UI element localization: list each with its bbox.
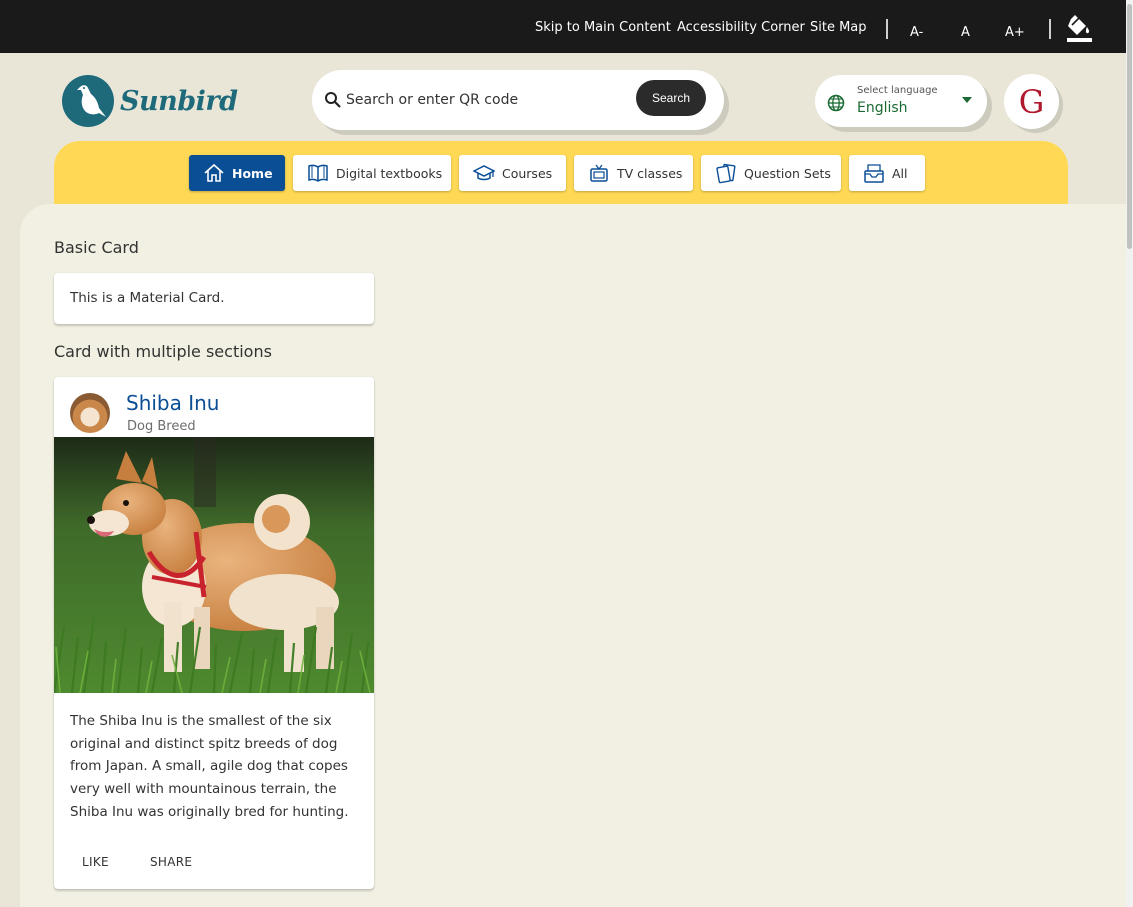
nav-item-label: Digital textbooks bbox=[336, 165, 443, 181]
inbox-icon bbox=[864, 164, 884, 183]
nav-item-label: Home bbox=[232, 165, 273, 181]
site-map-link[interactable]: Site Map bbox=[810, 20, 867, 35]
graduation-cap-icon bbox=[473, 165, 495, 181]
card-body-text: The Shiba Inu is the smallest of the six… bbox=[70, 713, 349, 820]
card-title: Shiba Inu bbox=[126, 391, 220, 415]
font-increase-button[interactable]: A+ bbox=[1005, 25, 1025, 40]
language-value: English bbox=[857, 100, 908, 116]
accessibility-topbar: Skip to Main Content Accessibility Corne… bbox=[0, 0, 1126, 53]
section-title-basic-card: Basic Card bbox=[54, 238, 139, 257]
scrollbar-thumb[interactable] bbox=[1127, 4, 1132, 249]
language-hint: Select language bbox=[857, 85, 938, 96]
book-icon bbox=[308, 164, 328, 182]
chevron-down-icon bbox=[962, 97, 972, 103]
shiba-inu-photo bbox=[54, 437, 374, 693]
search-input[interactable] bbox=[346, 88, 626, 112]
basic-card: This is a Material Card. bbox=[54, 273, 374, 324]
nav-item-courses[interactable]: Courses bbox=[459, 155, 566, 191]
nav-item-label: TV classes bbox=[617, 165, 683, 181]
card-subtitle: Dog Breed bbox=[127, 419, 196, 434]
divider bbox=[1049, 19, 1051, 39]
home-icon bbox=[204, 163, 224, 182]
font-normal-button[interactable]: A bbox=[961, 25, 970, 40]
search-button[interactable]: Search bbox=[636, 80, 706, 116]
cards-icon bbox=[716, 163, 736, 184]
section-title-multi-card: Card with multiple sections bbox=[54, 342, 272, 361]
share-button[interactable]: SHARE bbox=[150, 855, 192, 869]
accessibility-corner-link[interactable]: Accessibility Corner bbox=[677, 20, 805, 35]
divider bbox=[886, 19, 888, 39]
nav-item-label: All bbox=[892, 165, 908, 181]
nav-item-tv-classes[interactable]: TV classes bbox=[574, 155, 693, 191]
shiba-inu-card: Shiba Inu Dog Breed The Shiba Inu is the… bbox=[54, 377, 374, 889]
like-button[interactable]: LIKE bbox=[82, 855, 109, 869]
user-avatar[interactable]: G bbox=[1004, 74, 1059, 129]
sunbird-logo[interactable]: Sunbird bbox=[62, 75, 238, 129]
font-decrease-button[interactable]: A- bbox=[910, 25, 923, 40]
nav-item-home[interactable]: Home bbox=[189, 155, 285, 191]
main-content: Basic Card This is a Material Card. Card… bbox=[20, 204, 1126, 907]
shiba-avatar bbox=[70, 393, 110, 433]
search-icon bbox=[325, 92, 341, 108]
language-selector[interactable]: Select language English bbox=[815, 75, 987, 127]
logo-wordmark: Sunbird bbox=[120, 86, 238, 117]
tv-icon bbox=[590, 164, 608, 182]
nav-item-all[interactable]: All bbox=[849, 155, 925, 191]
nav-item-label: Courses bbox=[502, 165, 553, 181]
nav-item-question-sets[interactable]: Question Sets bbox=[701, 155, 841, 191]
page-scrollbar[interactable] bbox=[1126, 0, 1133, 907]
main-nav: Home Digital textbooks Courses TV classe… bbox=[54, 141, 1068, 211]
globe-icon bbox=[827, 94, 845, 112]
search-bar: Search bbox=[312, 70, 724, 130]
bird-logo-icon bbox=[62, 75, 114, 127]
nav-item-label: Question Sets bbox=[744, 165, 831, 181]
skip-to-main-link[interactable]: Skip to Main Content bbox=[535, 20, 671, 35]
paint-bucket-icon[interactable] bbox=[1066, 15, 1092, 43]
basic-card-text: This is a Material Card. bbox=[70, 290, 225, 306]
nav-item-digital-textbooks[interactable]: Digital textbooks bbox=[293, 155, 451, 191]
